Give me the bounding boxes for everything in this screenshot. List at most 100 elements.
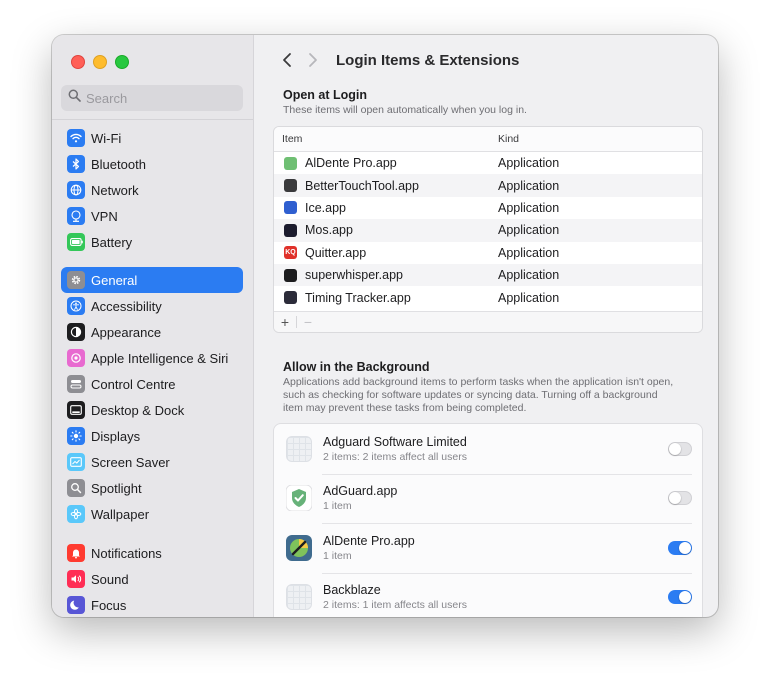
sidebar-divider [52, 119, 253, 120]
sidebar-item-network[interactable]: Network [61, 177, 243, 203]
wallpaper-icon [67, 505, 85, 523]
toggle-knob [679, 591, 691, 604]
sidebar-item-screen-saver[interactable]: Screen Saver [61, 449, 243, 475]
toggle-knob [679, 541, 691, 554]
sidebar-item-bluetooth[interactable]: Bluetooth [61, 151, 243, 177]
list-item: Backblaze 2 items: 1 item affects all use… [274, 572, 702, 618]
focus-icon [67, 596, 85, 614]
close-button[interactable] [71, 55, 85, 69]
aldente-icon [286, 534, 312, 561]
remove-item-button[interactable]: − [297, 314, 319, 330]
forward-button[interactable] [300, 50, 326, 70]
sound-icon [67, 570, 85, 588]
add-item-button[interactable]: + [274, 314, 296, 330]
sidebar-item-label: Desktop & Dock [91, 402, 185, 418]
dock-icon [67, 401, 85, 419]
minimize-button[interactable] [93, 55, 107, 69]
background-toggle[interactable] [668, 491, 692, 506]
sidebar-item-notifications[interactable]: Notifications [61, 540, 243, 566]
sidebar-item-desktop-dock[interactable]: Desktop & Dock [61, 397, 243, 423]
sidebar-item-label: Wallpaper [91, 506, 150, 522]
item-name: superwhisper.app [305, 268, 403, 283]
item-cell: Mos.app [274, 223, 488, 237]
sidebar-item-label: Bluetooth [91, 156, 146, 172]
sidebar-item-spotlight[interactable]: Spotlight [61, 475, 243, 501]
item-cell: Ice.app [274, 201, 488, 215]
table-row[interactable]: Mos.app Application [274, 219, 702, 242]
app-icon [284, 156, 297, 170]
table-row[interactable]: Timing Tracker.app Application [274, 286, 702, 308]
background-toggle[interactable] [668, 540, 692, 555]
control-centre-icon [67, 375, 85, 393]
table-row[interactable]: Ice.app Application [274, 197, 702, 219]
background-items-list: Adguard Software Limited 2 items: 2 items… [273, 423, 703, 617]
app-icon [284, 223, 297, 237]
login-items-table: Item Kind AlDente Pro.app Application Bett… [273, 126, 703, 333]
item-text: Backblaze 2 items: 1 item affects all use… [323, 583, 668, 611]
app-icon: KQ [284, 246, 297, 260]
item-cell: AlDente Pro.app [274, 156, 488, 170]
sidebar-item-appearance[interactable]: Appearance [61, 319, 243, 345]
vpn-icon [67, 207, 85, 225]
generic-app-icon [286, 435, 312, 462]
item-name: Timing Tracker.app [305, 290, 411, 305]
sidebar: Wi-Fi Bluetooth Network VPN Battery General A… [52, 35, 254, 617]
table-row[interactable]: superwhisper.app Application [274, 263, 702, 287]
table-footer: + − [274, 311, 702, 332]
sidebar-item-apple-intelligence-siri[interactable]: Apple Intelligence & Siri [61, 345, 243, 371]
bluetooth-icon [67, 155, 85, 173]
item-cell: KQ Quitter.app [274, 246, 488, 260]
sidebar-item-label: Displays [91, 428, 141, 444]
item-text: Adguard Software Limited 2 items: 2 items… [323, 435, 668, 463]
table-row[interactable]: KQ Quitter.app Application [274, 242, 702, 264]
kind-cell: Application [498, 156, 560, 171]
screen-saver-icon [67, 453, 85, 471]
item-detail: 1 item [323, 549, 352, 562]
kind-cell: Application [498, 290, 560, 305]
item-name: AlDente Pro.app [305, 156, 397, 171]
table-row[interactable]: BetterTouchTool.app Application [274, 174, 702, 197]
sidebar-item-displays[interactable]: Displays [61, 423, 243, 449]
toolbar: Login Items & Extensions [274, 50, 519, 70]
search-input[interactable] [86, 90, 226, 106]
notifications-icon [67, 544, 85, 562]
sidebar-group-notifications: Notifications Sound Focus [61, 540, 243, 617]
sidebar-item-label: Network [91, 182, 139, 198]
item-cell: Timing Tracker.app [274, 291, 488, 305]
column-header-kind[interactable]: Kind [498, 133, 519, 145]
sidebar-item-battery[interactable]: Battery [61, 229, 243, 255]
generic-app-icon [286, 584, 312, 611]
search-field[interactable] [61, 85, 243, 111]
background-toggle[interactable] [668, 441, 692, 456]
sidebar-item-general[interactable]: General [61, 267, 243, 293]
sidebar-group-network: Wi-Fi Bluetooth Network VPN Battery [61, 125, 243, 255]
battery-icon [67, 233, 85, 251]
kind-cell: Application [498, 200, 560, 215]
zoom-button[interactable] [115, 55, 129, 69]
sidebar-item-label: Sound [91, 571, 129, 587]
open-at-login-title: Open at Login [283, 88, 368, 102]
sidebar-item-wi-fi[interactable]: Wi-Fi [61, 125, 243, 151]
column-header-item[interactable]: Item [274, 133, 498, 145]
table-row[interactable]: AlDente Pro.app Application [274, 152, 702, 174]
table-header: Item Kind [274, 127, 702, 152]
displays-icon [67, 427, 85, 445]
sidebar-item-vpn[interactable]: VPN [61, 203, 243, 229]
item-text: AdGuard.app 1 item [323, 484, 668, 512]
sidebar-item-label: Apple Intelligence & Siri [91, 350, 229, 366]
sidebar-item-control-centre[interactable]: Control Centre [61, 371, 243, 397]
content-pane: Login Items & Extensions Open at Login T… [254, 35, 718, 617]
back-button[interactable] [274, 50, 300, 70]
sidebar-item-accessibility[interactable]: Accessibility [61, 293, 243, 319]
sidebar-item-focus[interactable]: Focus [61, 592, 243, 617]
background-toggle[interactable] [668, 590, 692, 605]
item-name: Backblaze [323, 583, 381, 598]
sidebar-item-sound[interactable]: Sound [61, 566, 243, 592]
sidebar-group-system: General Accessibility Appearance Apple Inte… [61, 267, 243, 527]
globe-icon [67, 181, 85, 199]
sidebar-item-label: Spotlight [91, 480, 142, 496]
kind-cell: Application [498, 223, 560, 238]
sidebar-item-wallpaper[interactable]: Wallpaper [61, 501, 243, 527]
item-name: AdGuard.app [323, 484, 398, 499]
kind-cell: Application [498, 178, 560, 193]
